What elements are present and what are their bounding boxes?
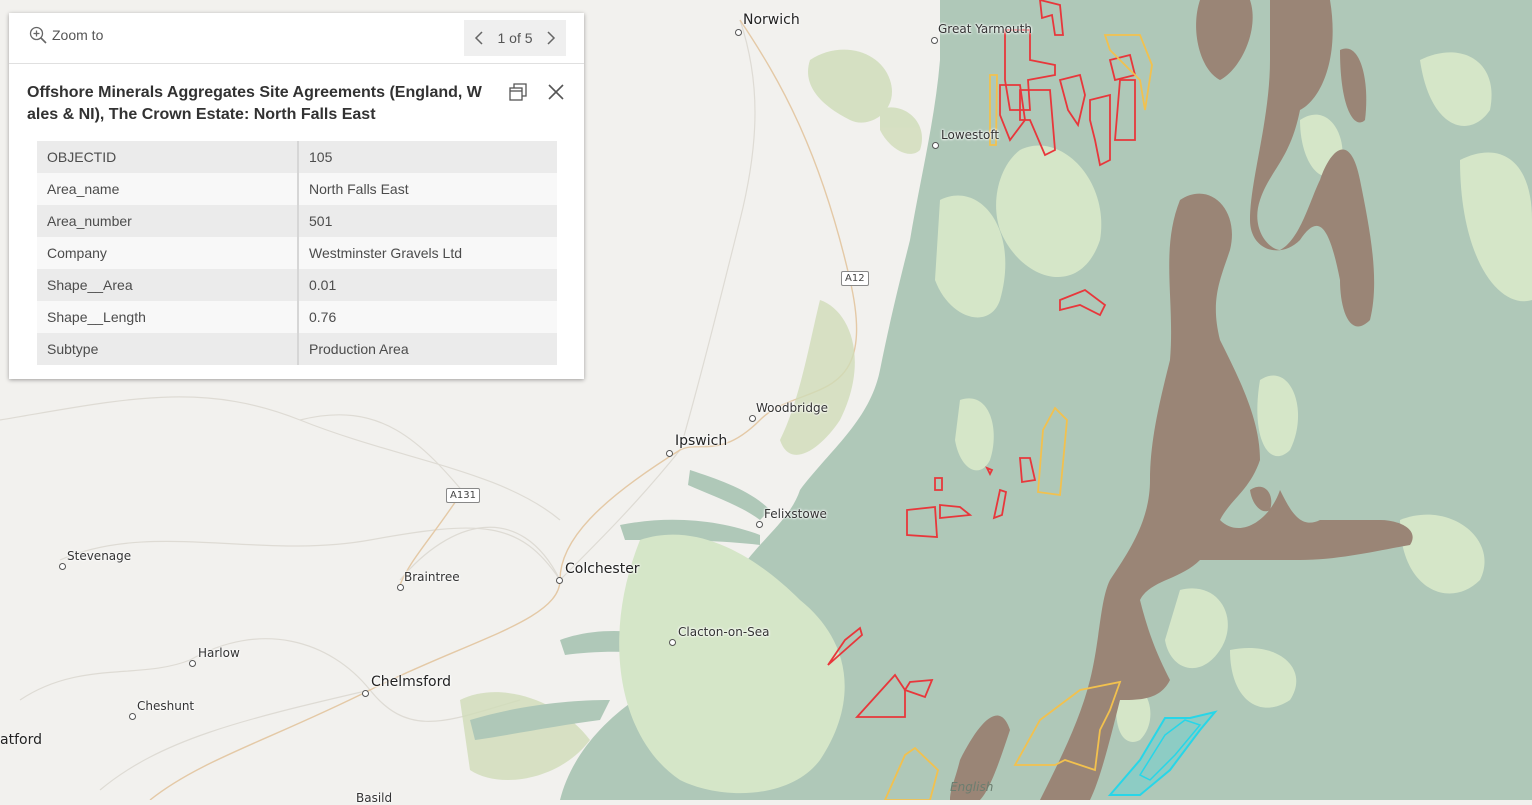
table-row: Company Westminster Gravels Ltd [37, 237, 557, 269]
table-row: Shape__Length 0.76 [37, 301, 557, 333]
next-feature-button[interactable] [544, 31, 558, 45]
chelmsford-dot [362, 690, 369, 697]
lowestoft-dot [932, 142, 939, 149]
place-chelmsford: Chelmsford [371, 674, 451, 690]
close-icon [548, 84, 564, 100]
place-woodbridge: Woodbridge [756, 401, 828, 415]
place-great-yarmouth: Great Yarmouth [938, 22, 1032, 36]
norwich-dot [735, 29, 742, 36]
place-clacton: Clacton-on-Sea [678, 625, 770, 639]
attribute-key: Area_name [37, 173, 299, 205]
felixstowe-dot [756, 521, 763, 528]
cheshunt-dot [129, 713, 136, 720]
attribute-key: Subtype [37, 333, 299, 365]
place-watford-partial: atford [0, 732, 42, 748]
place-harlow: Harlow [198, 646, 240, 660]
dock-button[interactable] [508, 82, 528, 102]
attribute-key: Area_number [37, 205, 299, 237]
ipswich-dot [666, 450, 673, 457]
attribute-value: Production Area [298, 333, 557, 365]
place-ipswich: Ipswich [675, 433, 728, 449]
attribute-key: Shape__Length [37, 301, 299, 333]
zoom-to-label: Zoom to [52, 27, 104, 43]
place-norwich: Norwich [743, 12, 800, 28]
place-felixstowe: Felixstowe [764, 507, 827, 521]
feature-popup: Zoom to 1 of 5 Offshore Minerals Aggrega… [9, 13, 584, 379]
zoom-in-icon [29, 26, 47, 44]
place-cheshunt: Cheshunt [137, 699, 195, 713]
attribute-value: 105 [298, 141, 557, 173]
sea-label-english: English [950, 780, 994, 794]
attribute-value: 0.76 [298, 301, 557, 333]
road-shield-a12: A12 [841, 271, 869, 286]
attribute-value: 0.01 [298, 269, 557, 301]
woodbridge-dot [749, 415, 756, 422]
previous-feature-button[interactable] [472, 31, 486, 45]
attribute-value: Westminster Gravels Ltd [298, 237, 557, 269]
attribute-value: 501 [298, 205, 557, 237]
place-colchester: Colchester [565, 561, 640, 577]
great-yarmouth-dot [931, 37, 938, 44]
feature-pager: 1 of 5 [464, 20, 566, 56]
place-basildon-partial: Basild [356, 791, 393, 805]
harlow-dot [189, 660, 196, 667]
attribute-table: OBJECTID 105 Area_name North Falls East … [37, 141, 557, 365]
colchester-dot [556, 577, 563, 584]
dock-icon [509, 83, 527, 101]
popup-header: Zoom to 1 of 5 [9, 13, 584, 64]
popup-title: Offshore Minerals Aggregates Site Agreem… [27, 84, 482, 123]
place-braintree: Braintree [404, 570, 460, 584]
stevenage-dot [59, 563, 66, 570]
attribute-key: Company [37, 237, 299, 269]
table-row: Shape__Area 0.01 [37, 269, 557, 301]
chevron-right-icon [547, 31, 556, 45]
close-button[interactable] [546, 82, 566, 102]
attribute-key: OBJECTID [37, 141, 299, 173]
table-row: Subtype Production Area [37, 333, 557, 365]
attribute-key: Shape__Area [37, 269, 299, 301]
table-row: Area_number 501 [37, 205, 557, 237]
chevron-left-icon [474, 31, 483, 45]
place-stevenage: Stevenage [67, 549, 132, 563]
zoom-to-button[interactable]: Zoom to [29, 26, 103, 44]
road-shield-a131: A131 [446, 488, 480, 503]
braintree-dot [397, 584, 404, 591]
table-row: Area_name North Falls East [37, 173, 557, 205]
attribute-value: North Falls East [298, 173, 557, 205]
table-row: OBJECTID 105 [37, 141, 557, 173]
pager-text: 1 of 5 [497, 30, 533, 46]
place-lowestoft: Lowestoft [941, 128, 1000, 142]
clacton-dot [669, 639, 676, 646]
